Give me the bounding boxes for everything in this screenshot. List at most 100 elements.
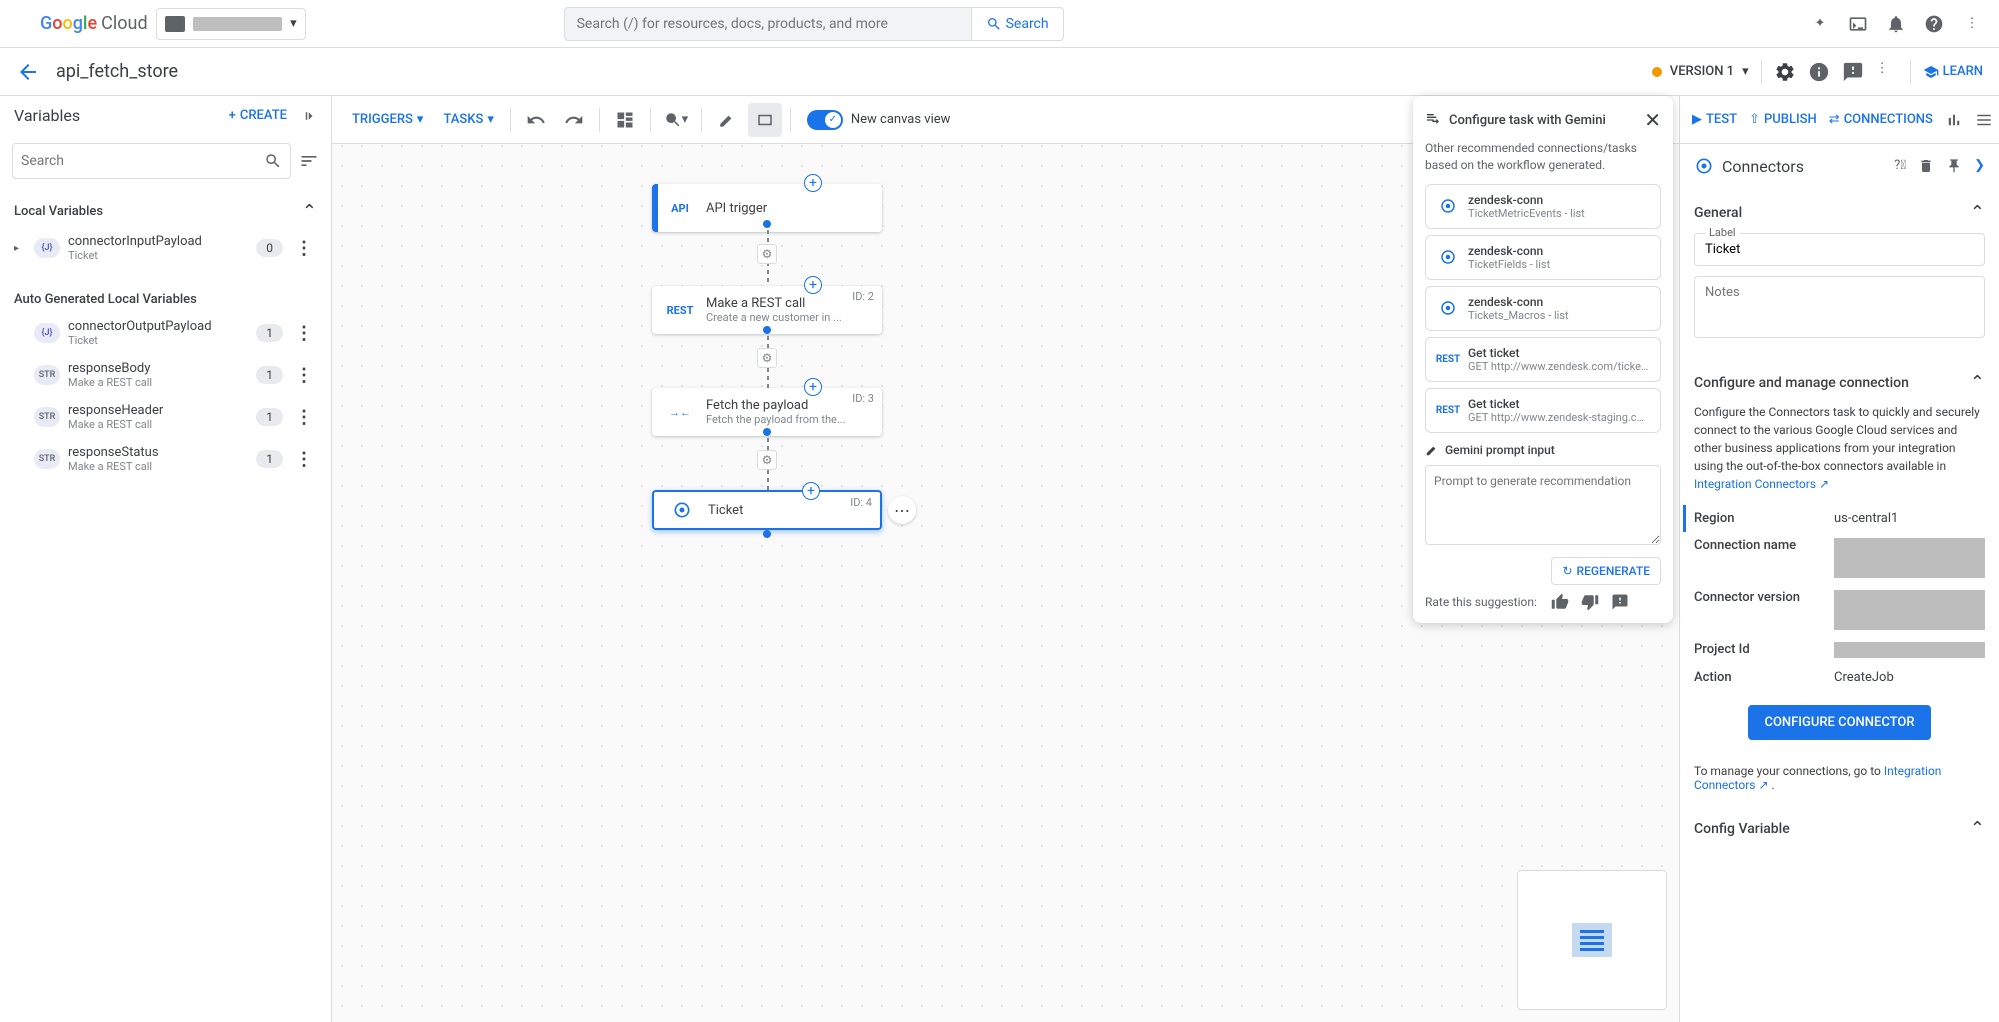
test-button[interactable]: ▶TEST bbox=[1692, 112, 1737, 127]
notifications-icon[interactable] bbox=[1885, 13, 1907, 35]
notes-field[interactable] bbox=[1694, 276, 1985, 338]
variable-more-icon[interactable]: ⋮ bbox=[291, 323, 317, 344]
minimap[interactable] bbox=[1517, 870, 1667, 1010]
collapse-panel-icon[interactable] bbox=[299, 107, 317, 125]
tasks-dropdown[interactable]: TASKS ▾ bbox=[435, 106, 501, 133]
project-selector[interactable]: ▾ bbox=[156, 8, 306, 40]
pin-icon[interactable] bbox=[1946, 158, 1962, 174]
variable-row[interactable]: STR responseHeaderMake a REST call 1 ⋮ bbox=[14, 399, 317, 441]
header-actions: ✦ ⋮ bbox=[1809, 13, 1991, 35]
gcp-logo[interactable]: Google Cloud bbox=[40, 13, 148, 34]
variables-search-input[interactable] bbox=[21, 153, 264, 169]
page-title: api_fetch_store bbox=[56, 61, 178, 82]
variable-more-icon[interactable]: ⋮ bbox=[291, 365, 317, 386]
edge-settings-icon[interactable]: ⚙ bbox=[757, 348, 777, 368]
delete-icon[interactable] bbox=[1918, 158, 1934, 174]
gemini-prompt-input[interactable] bbox=[1425, 465, 1661, 545]
help-icon[interactable] bbox=[1923, 13, 1945, 35]
hamburger-menu-icon[interactable] bbox=[8, 12, 32, 36]
configure-connector-button[interactable]: CONFIGURE CONNECTOR bbox=[1748, 705, 1930, 740]
node-ticket[interactable]: Ticket ID: 4 + ⋯ bbox=[652, 490, 882, 530]
gemini-suggestion[interactable]: zendesk-connTicketFields - list bbox=[1425, 235, 1661, 280]
variable-row[interactable]: {J} connectorOutputPayloadTicket 1 ⋮ bbox=[14, 315, 317, 357]
toggle-switch[interactable] bbox=[807, 110, 843, 130]
global-search[interactable]: Search bbox=[564, 7, 1064, 41]
minimap-viewport bbox=[1572, 923, 1612, 957]
integration-connectors-link[interactable]: Integration Connectors ↗ bbox=[1694, 477, 1829, 491]
node-add-icon[interactable]: + bbox=[804, 378, 822, 396]
chart-icon[interactable] bbox=[1945, 111, 1963, 129]
layout-icon[interactable] bbox=[608, 103, 642, 137]
suggestion-sub: Tickets_Macros - list bbox=[1468, 309, 1650, 322]
select-mode-icon[interactable] bbox=[748, 103, 782, 137]
node-context-menu[interactable]: ⋯ bbox=[888, 496, 916, 524]
back-button[interactable] bbox=[16, 60, 40, 84]
learn-button[interactable]: LEARN bbox=[1923, 64, 1983, 80]
search-input[interactable] bbox=[565, 16, 971, 32]
regenerate-button[interactable]: ↻ REGENERATE bbox=[1551, 557, 1661, 585]
thumbs-up-icon[interactable] bbox=[1551, 593, 1569, 611]
canvas-content[interactable]: API API trigger + ⚙ REST Make a REST cal… bbox=[332, 144, 1679, 1022]
help-icon[interactable]: ?⃝ bbox=[1894, 158, 1906, 174]
variable-more-icon[interactable]: ⋮ bbox=[291, 238, 317, 259]
local-variables-header[interactable]: Local Variables ⌃ bbox=[14, 193, 317, 230]
report-icon[interactable] bbox=[1611, 593, 1629, 611]
list-icon[interactable] bbox=[1975, 111, 1993, 129]
right-panel: ▶TEST ⇧PUBLISH ⇄CONNECTIONS Connectors ?… bbox=[1679, 96, 1999, 1022]
variable-row[interactable]: ▸ {J} connectorInputPayload Ticket 0 ⋮ bbox=[14, 230, 317, 272]
gemini-suggestion[interactable]: zendesk-connTickets_Macros - list bbox=[1425, 286, 1661, 331]
version-selector[interactable]: VERSION 1 ▾ bbox=[1652, 64, 1749, 79]
pen-icon[interactable] bbox=[710, 103, 744, 137]
node-add-icon[interactable]: + bbox=[804, 174, 822, 192]
more-icon[interactable]: ⋮ bbox=[1961, 13, 1983, 35]
action-label: Action bbox=[1694, 670, 1834, 685]
publish-button[interactable]: ⇧PUBLISH bbox=[1749, 112, 1817, 127]
more-vert-icon[interactable]: ⋮ bbox=[1876, 61, 1898, 83]
variables-search[interactable] bbox=[12, 143, 291, 179]
gemini-suggestion[interactable]: zendesk-connTicketMetricEvents - list bbox=[1425, 184, 1661, 229]
gemini-popup-title: Configure task with Gemini bbox=[1449, 113, 1606, 128]
create-variable-button[interactable]: + CREATE bbox=[229, 108, 287, 123]
type-badge-str: STR bbox=[34, 449, 60, 469]
connectors-header: Connectors ?⃝ ❯ bbox=[1680, 144, 1999, 188]
fetch-icon: →← bbox=[664, 396, 696, 428]
project-id-redacted bbox=[1834, 642, 1985, 658]
node-add-icon[interactable]: + bbox=[802, 482, 820, 500]
variable-more-icon[interactable]: ⋮ bbox=[291, 407, 317, 428]
edge-settings-icon[interactable]: ⚙ bbox=[757, 244, 777, 264]
chevron-up-icon: ⌃ bbox=[1970, 202, 1985, 223]
info-icon[interactable] bbox=[1808, 61, 1830, 83]
thumbs-down-icon[interactable] bbox=[1581, 593, 1599, 611]
cloud-shell-icon[interactable] bbox=[1847, 13, 1869, 35]
settings-icon[interactable] bbox=[1774, 61, 1796, 83]
config-variable-header[interactable]: Config Variable ⌃ bbox=[1694, 814, 1985, 849]
notes-input[interactable] bbox=[1705, 285, 1974, 325]
suggestion-title: zendesk-conn bbox=[1468, 295, 1650, 309]
gemini-suggestion[interactable]: REST Get ticketGET http://www.zendesk-st… bbox=[1425, 388, 1661, 433]
zoom-icon[interactable]: ▾ bbox=[659, 103, 693, 137]
connections-button[interactable]: ⇄CONNECTIONS bbox=[1829, 112, 1933, 127]
filter-icon[interactable] bbox=[299, 151, 319, 171]
redo-icon[interactable] bbox=[557, 103, 591, 137]
label-input[interactable] bbox=[1705, 242, 1974, 257]
gemini-suggestion[interactable]: REST Get ticketGET http://www.zendesk.co… bbox=[1425, 337, 1661, 382]
configure-label: Configure and manage connection bbox=[1694, 375, 1909, 391]
label-field[interactable]: Label bbox=[1694, 233, 1985, 266]
expand-icon[interactable]: ▸ bbox=[14, 243, 26, 254]
gemini-spark-icon[interactable]: ✦ bbox=[1809, 13, 1831, 35]
variable-more-icon[interactable]: ⋮ bbox=[291, 449, 317, 470]
close-icon[interactable]: ✕ bbox=[1644, 108, 1661, 132]
configure-section-header[interactable]: Configure and manage connection ⌃ bbox=[1694, 368, 1985, 403]
feedback-icon[interactable] bbox=[1842, 61, 1864, 83]
new-canvas-toggle[interactable]: New canvas view bbox=[807, 110, 951, 130]
edge-settings-icon[interactable]: ⚙ bbox=[757, 450, 777, 470]
chevron-right-icon[interactable]: ❯ bbox=[1974, 158, 1985, 174]
triggers-dropdown[interactable]: TRIGGERS ▾ bbox=[344, 106, 431, 133]
suggestion-sub: GET http://www.zendesk.com/tickets/... bbox=[1468, 360, 1650, 373]
variable-row[interactable]: STR responseStatusMake a REST call 1 ⋮ bbox=[14, 441, 317, 483]
search-button[interactable]: Search bbox=[971, 8, 1063, 40]
undo-icon[interactable] bbox=[519, 103, 553, 137]
variable-row[interactable]: STR responseBodyMake a REST call 1 ⋮ bbox=[14, 357, 317, 399]
global-header: Google Cloud ▾ Search ✦ ⋮ bbox=[0, 0, 1999, 48]
node-add-icon[interactable]: + bbox=[804, 276, 822, 294]
